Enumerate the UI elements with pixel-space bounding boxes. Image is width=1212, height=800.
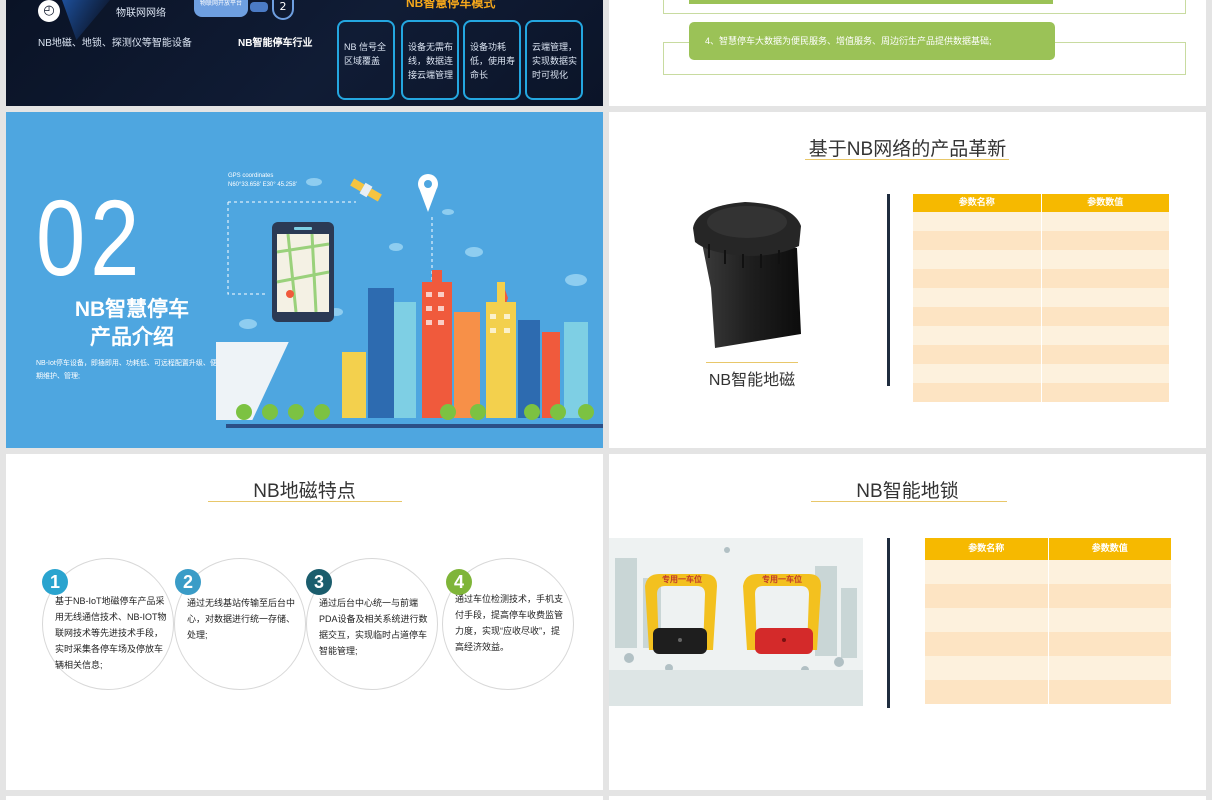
slide-thumbnail-3[interactable]: 02 NB智慧停车 产品介绍 NB-Iot停车设备，即插即用、功耗低、可远程配置… bbox=[6, 112, 603, 448]
slide-title: 基于NB网络的产品革新 bbox=[808, 139, 1007, 160]
gauge-icon: ◴ bbox=[38, 0, 60, 22]
number-4-badge: 4 bbox=[446, 569, 472, 595]
table-row bbox=[925, 680, 1171, 704]
header-param-name: 参数名称 bbox=[925, 538, 1049, 560]
slide-title: NB智能地锁 bbox=[856, 481, 959, 502]
spec-table-header: 参数名称 参数数值 bbox=[925, 538, 1171, 560]
slide-thumbnail-7[interactable] bbox=[6, 796, 603, 800]
table-row bbox=[913, 250, 1169, 269]
slide-title: NB地磁特点 bbox=[253, 481, 356, 502]
mode-title: NB智慧停车模式 bbox=[406, 0, 496, 10]
feature-box-1: NB 信号全区域覆盖 bbox=[337, 20, 395, 100]
iot-network-label: 物联网网络 bbox=[116, 8, 166, 19]
parking-lock-image: 专用一车位 专用一车位 bbox=[609, 538, 863, 706]
slide-thumbnail-5[interactable]: NB地磁特点 基于NB-IoT地磁停车产品采用无线通信技术、NB-IOT物联网技… bbox=[6, 454, 603, 790]
divider-bar bbox=[887, 538, 890, 708]
slide-thumbnail-6[interactable]: NB智能地锁 专用一车位 专用一车位 参数名称 参数数值 bbox=[609, 454, 1206, 790]
number-2-icon: 2 bbox=[272, 0, 294, 20]
header-param-name: 参数名称 bbox=[913, 194, 1042, 212]
title-underline bbox=[805, 159, 1009, 160]
feature-box-3: 设备功耗低，使用寿命长 bbox=[463, 20, 521, 100]
feature-text-4: 通过车位检测技术，手机支付手段，提高停车收费监管力度，实现“应收尽收”，提高经济… bbox=[455, 594, 564, 652]
number-1-badge: 1 bbox=[42, 569, 68, 595]
product-caption: NB智能地磁 bbox=[708, 372, 796, 389]
devices-label: NB地磁、地锁、探测仪等智能设备 bbox=[38, 38, 192, 49]
smart-city-illustration bbox=[216, 174, 603, 428]
section-title-line1: NB智慧停车 bbox=[74, 298, 190, 321]
table-row bbox=[913, 307, 1169, 326]
feature-box-2: 设备无需布线，数据连接云端管理 bbox=[401, 20, 459, 100]
section-title: NB智慧停车 产品介绍 bbox=[58, 296, 206, 352]
table-row bbox=[925, 608, 1171, 632]
item-text-4: 4、智慧停车大数据为便民服务、增值服务、周边衍生产品提供数据基础; bbox=[689, 22, 1055, 60]
slide-thumbnail-2[interactable]: 4、智慧停车大数据为便民服务、增值服务、周边衍生产品提供数据基础; bbox=[609, 0, 1206, 106]
lock-sign-2: 专用一车位 bbox=[762, 575, 802, 584]
feature-text-2: 通过无线基站传输至后台中心，对数据进行统一存储、处理; bbox=[187, 598, 296, 640]
spec-table: 参数名称 参数数值 bbox=[913, 194, 1169, 402]
table-row bbox=[925, 560, 1171, 584]
feature-text-3: 通过后台中心统一与前端PDA设备及相关系统进行数据交互，实现临时占道停车智能管理… bbox=[319, 598, 428, 656]
table-row bbox=[925, 656, 1171, 680]
item-bar-3 bbox=[689, 0, 1053, 4]
title-underline bbox=[811, 501, 1007, 502]
feature-text-1: 基于NB-IoT地磁停车产品采用无线通信技术、NB-IOT物联网技术等先进技术手… bbox=[55, 596, 167, 670]
feature-box-4: 云端管理，实现数据实时可视化 bbox=[525, 20, 583, 100]
header-param-value: 参数数值 bbox=[1087, 198, 1124, 208]
car-icon bbox=[250, 2, 268, 12]
table-row bbox=[925, 584, 1171, 608]
slide-thumbnail-4[interactable]: 基于NB网络的产品革新 NB智能地磁 参数名称 参数数值 bbox=[609, 112, 1206, 448]
divider-bar bbox=[887, 194, 890, 386]
caption-overline bbox=[706, 362, 798, 363]
industry-label: NB智能停车行业 bbox=[238, 38, 313, 49]
slide-thumbnail-8[interactable] bbox=[609, 796, 1206, 800]
table-row bbox=[913, 383, 1169, 402]
table-row bbox=[913, 288, 1169, 307]
spec-table-header: 参数名称 参数数值 bbox=[913, 194, 1169, 212]
section-description: NB-Iot停车设备，即插即用、功耗低、可远程配置升级、便于后期维护、管理; bbox=[36, 360, 231, 380]
iot-platform-pill: 物联网开放平台 bbox=[194, 0, 248, 17]
lock-sign-1: 专用一车位 bbox=[662, 575, 702, 584]
header-param-value: 参数数值 bbox=[1091, 544, 1128, 554]
title-underline bbox=[208, 501, 402, 502]
number-2-badge: 2 bbox=[175, 569, 201, 595]
section-title-line2: 产品介绍 bbox=[90, 326, 174, 349]
table-row bbox=[925, 632, 1171, 656]
parking-lock-illustration bbox=[609, 547, 863, 706]
table-row bbox=[913, 269, 1169, 288]
slide-thumbnail-1[interactable]: ◴ 物联网网络 NB地磁、地锁、探测仪等智能设备 物联网开放平台 2 NB智能停… bbox=[6, 0, 603, 106]
table-row bbox=[913, 326, 1169, 345]
table-row bbox=[913, 212, 1169, 231]
table-row bbox=[913, 364, 1169, 383]
number-3-badge: 3 bbox=[306, 569, 332, 595]
table-row bbox=[913, 231, 1169, 250]
spec-table: 参数名称 参数数值 bbox=[925, 538, 1171, 704]
section-number: 02 bbox=[36, 177, 145, 298]
geomagnetic-sensor-image bbox=[693, 202, 801, 348]
table-row bbox=[913, 345, 1169, 364]
